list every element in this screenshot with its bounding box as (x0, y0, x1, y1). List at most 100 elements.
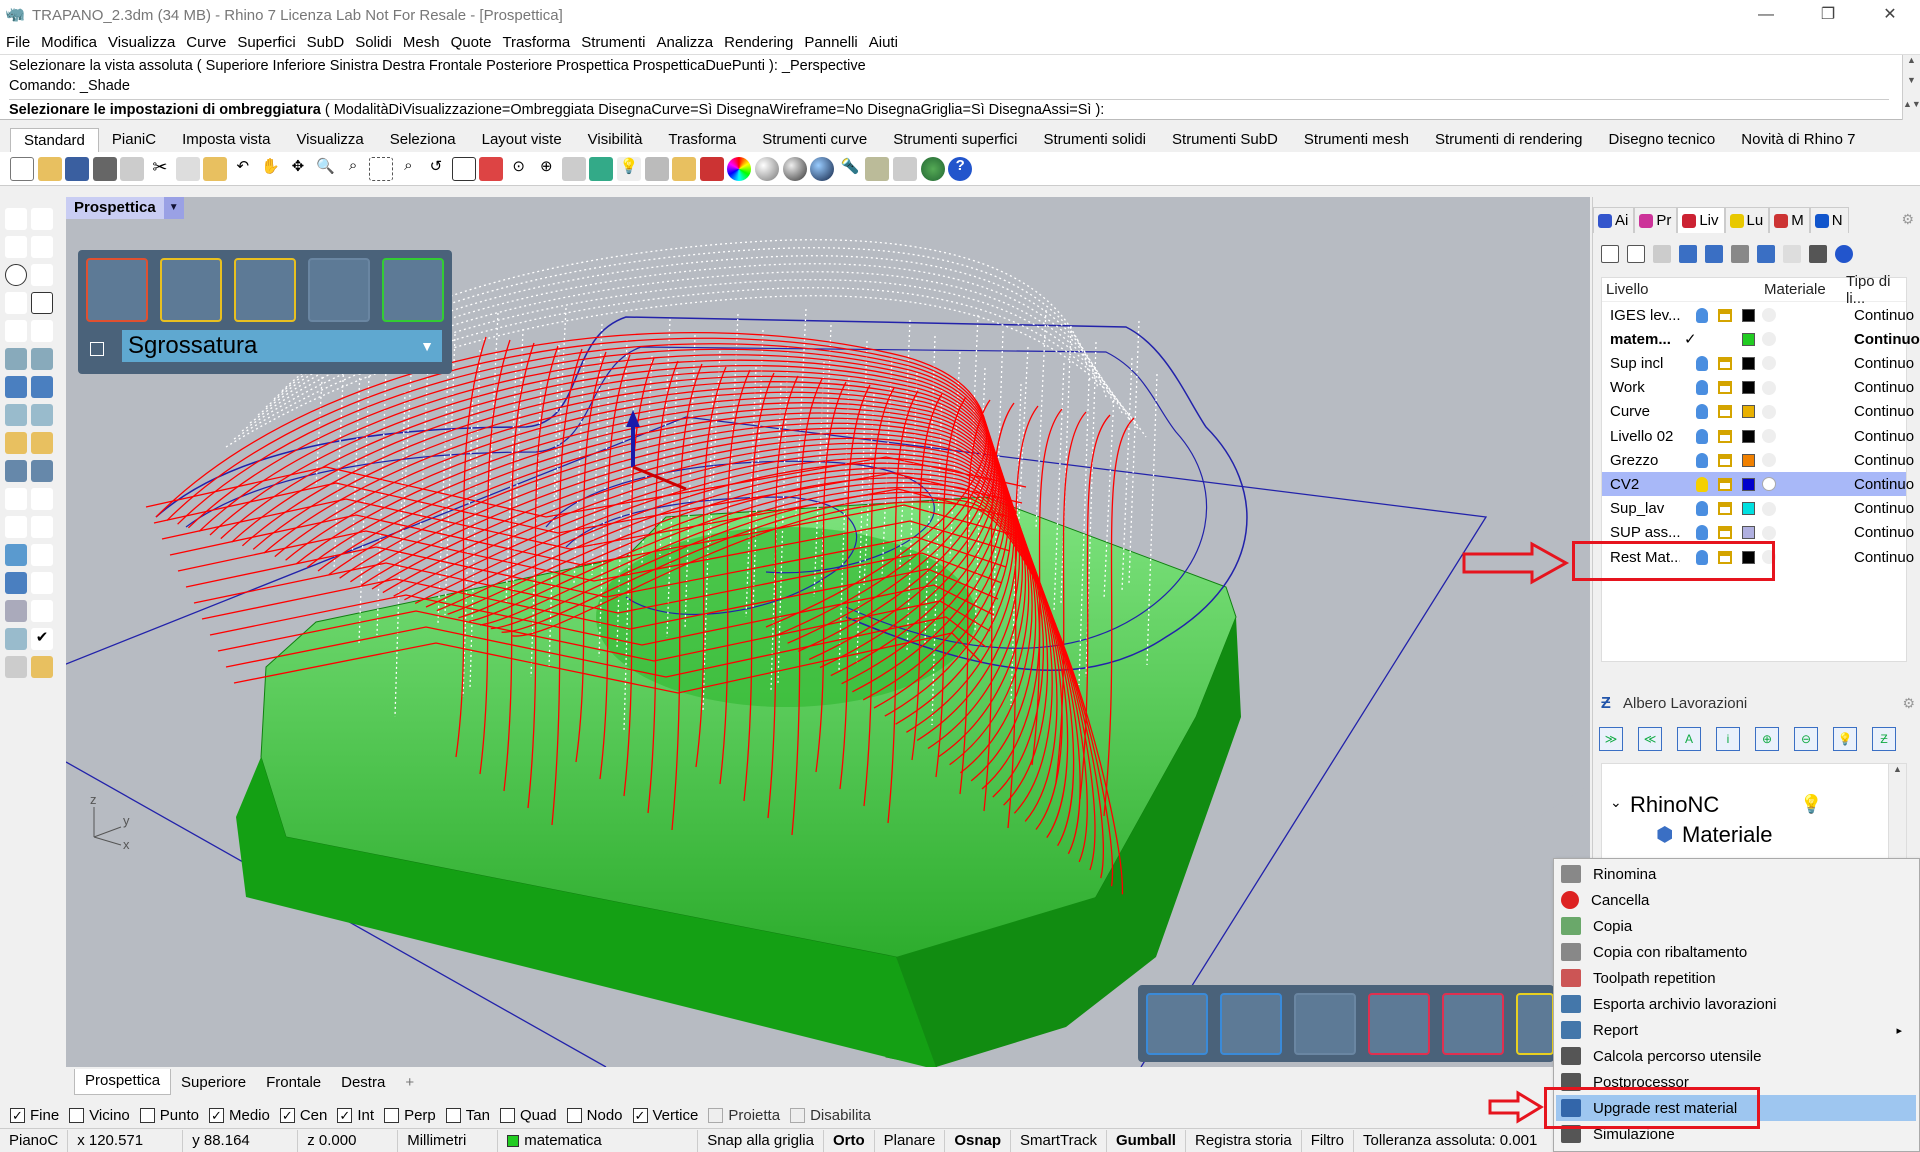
stock-blocks-icon[interactable] (382, 258, 444, 322)
visibility-bulb-icon[interactable] (1696, 428, 1708, 444)
new-icon[interactable] (10, 156, 34, 181)
panel-tab-ai[interactable]: Ai (1593, 207, 1635, 233)
fillet-icon[interactable] (31, 320, 53, 342)
extrude-icon[interactable] (31, 348, 53, 370)
osnap-checkbox[interactable]: ✓ (10, 1107, 25, 1123)
save-icon[interactable] (65, 156, 90, 181)
copy-icon[interactable] (175, 156, 200, 181)
lock-icon[interactable] (1718, 502, 1732, 516)
mesh-icon[interactable] (5, 432, 27, 454)
osnap-checkbox[interactable] (139, 1107, 155, 1123)
menu-rendering[interactable]: Rendering (724, 34, 793, 51)
rotate-view-icon[interactable]: ✥ (285, 156, 310, 181)
cplane-icon[interactable]: ⊕ (534, 156, 559, 181)
osnap-medio[interactable]: ✓ Medio (208, 1107, 270, 1124)
layer-color-swatch[interactable] (1742, 332, 1755, 346)
tab-layout-viste[interactable]: Layout viste (469, 128, 575, 152)
move-to-parent-icon[interactable] (1731, 245, 1749, 263)
osnap-checkbox[interactable]: ✓ (632, 1107, 648, 1123)
car-icon[interactable] (479, 156, 504, 181)
properties-left-icon[interactable] (31, 656, 53, 678)
tab-imposta-vista[interactable]: Imposta vista (169, 128, 283, 152)
layer-name[interactable]: matem... (1610, 331, 1680, 348)
layer-name[interactable]: Livello 02 (1610, 428, 1680, 445)
visibility-bulb-icon[interactable] (1696, 476, 1708, 492)
visibility-bulb-icon[interactable] (1696, 355, 1708, 371)
menu-file[interactable]: File (6, 34, 30, 51)
layer-color-swatch[interactable] (1742, 381, 1755, 395)
grid-array-icon[interactable] (5, 600, 27, 622)
visibility-bulb-icon[interactable] (1696, 307, 1708, 323)
tab-strumenti-curve[interactable]: Strumenti curve (749, 128, 880, 152)
layer-color-swatch[interactable] (1742, 502, 1755, 516)
col-livello[interactable]: Livello (1606, 281, 1649, 298)
filter-toggle[interactable]: Filtro (1302, 1129, 1355, 1152)
col-tipo-linea[interactable]: Tipo di li... (1846, 273, 1906, 307)
osnap-quad[interactable]: Quad (499, 1107, 557, 1124)
layer-color-swatch[interactable] (1742, 429, 1755, 443)
visibility-bulb-icon[interactable] (1696, 380, 1708, 396)
layer-color-swatch[interactable] (1742, 405, 1755, 419)
layer-material-icon[interactable] (1762, 477, 1776, 492)
cplane-status[interactable]: PianoC (0, 1129, 69, 1152)
help-icon[interactable]: ? (948, 156, 973, 181)
layer-material-icon[interactable] (1762, 501, 1776, 516)
options-gear-icon[interactable] (865, 156, 890, 181)
tree-expander-icon[interactable]: ⌄ (1610, 794, 1622, 811)
layer-linetype[interactable]: Continuo (1854, 379, 1914, 396)
project-icon[interactable] (5, 628, 27, 650)
osnap-checkbox[interactable] (69, 1107, 85, 1123)
join-icon[interactable] (5, 460, 27, 482)
scale-icon[interactable] (31, 516, 53, 538)
tab-visualizza[interactable]: Visualizza (283, 128, 376, 152)
operation-stack-icon[interactable] (160, 258, 222, 322)
menu-mesh[interactable]: Mesh (403, 34, 440, 51)
panel-settings-gear-icon[interactable]: ⚙ (1901, 211, 1914, 228)
layer-row[interactable]: Work Continuo (1602, 376, 1914, 400)
analyze-icon[interactable] (31, 600, 53, 622)
layer-name[interactable]: Sup incl (1610, 355, 1680, 372)
layer-row[interactable]: CV2 Continuo (1602, 472, 1914, 497)
snap-icon[interactable] (589, 156, 614, 181)
panel-tab-m[interactable]: M (1769, 207, 1810, 233)
layer-color-swatch[interactable] (1742, 356, 1755, 370)
ortho-toggle[interactable]: Orto (824, 1129, 875, 1152)
points-on-icon[interactable] (5, 488, 27, 510)
lock-icon[interactable] (1718, 381, 1732, 395)
tab-trasforma[interactable]: Trasforma (655, 128, 749, 152)
col-materiale[interactable]: Materiale (1764, 281, 1826, 298)
properties-icon[interactable] (672, 156, 697, 181)
delete-layer-icon[interactable] (1653, 245, 1671, 263)
tool-icon[interactable] (893, 156, 917, 181)
visibility-bulb-icon[interactable] (1696, 404, 1708, 420)
layer-name[interactable]: Work (1610, 379, 1680, 396)
osnap-nodo[interactable]: Nodo (566, 1107, 623, 1124)
undo-icon[interactable]: ↶ (230, 156, 255, 181)
menu-item-rinomina[interactable]: Rinomina (1556, 861, 1916, 887)
osnap-checkbox[interactable] (499, 1107, 515, 1123)
viewport-menu-dropdown[interactable]: ▼ (163, 197, 184, 219)
menu-item-esporta-archivio-lavorazioni[interactable]: Esporta archivio lavorazioni (1556, 991, 1916, 1017)
osnap-checkbox[interactable] (708, 1107, 724, 1123)
curve-icon[interactable] (31, 236, 53, 258)
dimension-icon[interactable] (5, 544, 27, 566)
tool-cone-icon[interactable] (1146, 993, 1208, 1055)
osnap-checkbox[interactable]: ✓ (337, 1107, 353, 1123)
command-prompt-options[interactable]: ( ModalitàDiVisualizzazione=Ombreggiata … (321, 102, 1104, 118)
osnap-checkbox[interactable] (566, 1107, 582, 1123)
stock-box-icon[interactable] (1294, 993, 1356, 1055)
layer-row[interactable]: Sup_lav Continuo (1602, 497, 1914, 521)
layer-name[interactable]: Curve (1610, 403, 1680, 420)
osnap-punto[interactable]: Punto (139, 1107, 199, 1124)
tools-icon[interactable] (1809, 245, 1827, 263)
collapse-all-icon[interactable]: ≪ (1638, 727, 1662, 751)
menu-item-calcola-percorso-utensile[interactable]: Calcola percorso utensile (1556, 1043, 1916, 1069)
lock-icon[interactable] (1718, 477, 1732, 491)
new-sublayer-icon[interactable] (1627, 245, 1645, 263)
menu-pannelli[interactable]: Pannelli (804, 34, 857, 51)
ellipse-icon[interactable] (5, 320, 27, 342)
osnap-vertice[interactable]: ✓ Vertice (632, 1107, 698, 1124)
arc-icon[interactable] (31, 264, 53, 286)
command-prompt[interactable]: Selezionare le impostazioni di ombreggia… (9, 99, 1889, 118)
pan-icon[interactable]: ✋ (258, 156, 283, 181)
